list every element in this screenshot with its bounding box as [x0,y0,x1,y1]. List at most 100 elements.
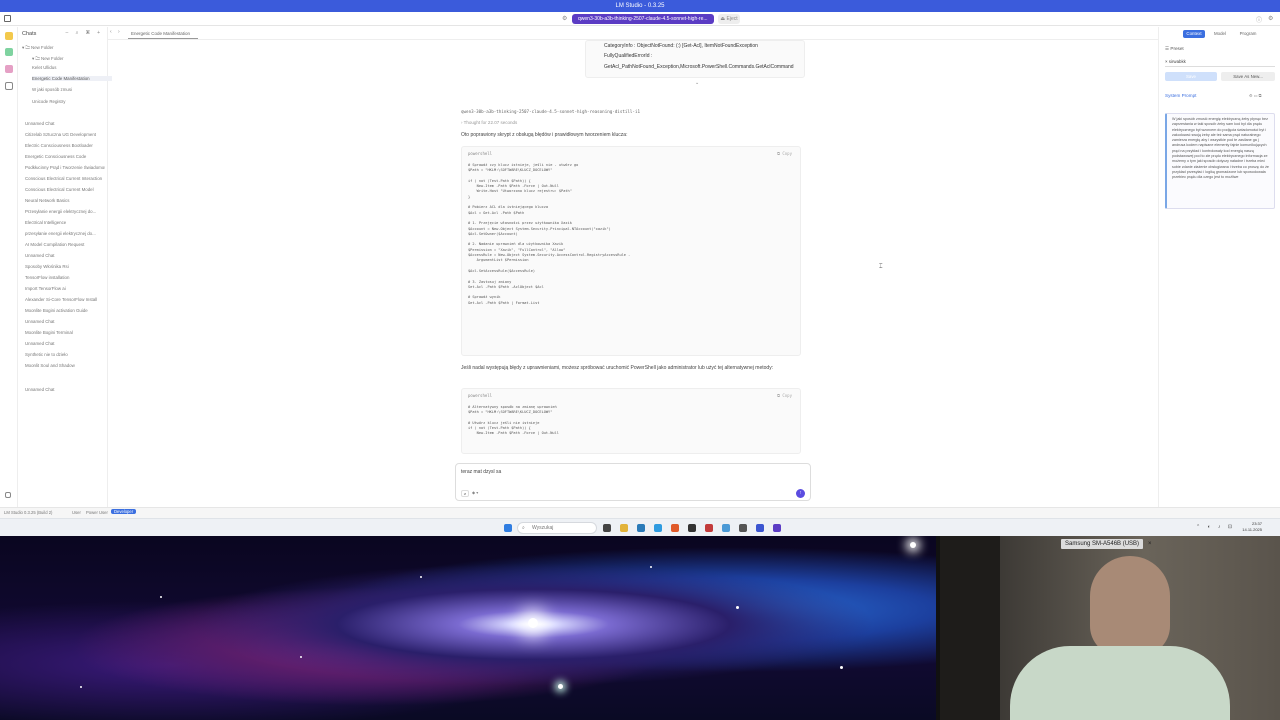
sidebar-chat-item[interactable]: Synthetic nie to dzieło [25,352,105,357]
assistant-intro: Oto poprawiony skrypt z obsługą błędów i… [461,132,628,138]
mode-power-user[interactable]: Power User [86,510,108,515]
sidebar-chat-item[interactable]: Unnamed Chat [25,387,105,392]
system-prompt-textarea[interactable]: W jaki sposób zmusić energię elektryczną… [1165,113,1275,209]
sidebar-chat-item[interactable]: Conscious Electrical Current Model [25,187,105,192]
galaxy-wallpaper [0,536,936,720]
tab-model[interactable]: Model [1209,30,1231,38]
send-button[interactable]: ↑ [796,489,805,498]
sidebar-chat-item[interactable]: Podkłucinny Prąd i Tworzenie Świadomości [25,165,105,170]
collapse-chevron-icon[interactable]: ⌄ [695,80,699,86]
taskbar-clock[interactable]: 23:37 14.11.2025 [1242,521,1262,533]
sidebar-chat-item[interactable]: TensorFlow installation [25,275,105,280]
back-icon[interactable]: ‹ [110,29,112,35]
sidebar-chat-item[interactable]: Unicode Registry [32,99,112,104]
right-panel: Context Model Program ☰ Preset × sirwabk… [1158,27,1280,507]
sidebar-chat-item[interactable]: W jaki sposób zmusi [32,87,112,92]
sidebar-chat-item[interactable]: Unnamed Chat [25,319,105,324]
settings-right-icon[interactable]: ⚙ [1268,15,1273,22]
mode-selector-icon[interactable]: ◆ ▾ [472,490,484,497]
folder-item[interactable]: ▾ 🗀 New Folder [22,44,102,52]
sidebar-chat-item[interactable]: Moonlite Bogini activation Guide [25,308,105,313]
sidebar-actions[interactable]: – ⌕ ▣ + [66,30,103,36]
search-icon[interactable] [5,82,13,90]
start-icon[interactable] [504,524,512,532]
tab-program[interactable]: Program [1235,30,1261,38]
mode-user[interactable]: User [72,510,81,515]
edge-icon[interactable] [654,524,662,532]
help-icon[interactable]: ⓘ [1256,15,1262,24]
sidebar-chat-item[interactable]: Sposoby Włośnika Rsi [25,264,105,269]
sidebar-chat-item[interactable]: Moonlite Bogini Terminal [25,330,105,335]
model-selector[interactable]: qwen3-30b-a3b-thinking-2507-claude-4.5-s… [572,14,714,24]
chat-icon[interactable] [5,32,13,40]
sidebar-chat-item[interactable]: Unnamed Chat [25,253,105,258]
settings-icon[interactable]: ⚙ [562,15,567,22]
sidebar-chat-item[interactable]: Alexander Si-Core TensorFlow Install [25,297,105,302]
tab-bar: ‹ › Energetic Code Manifestation [108,27,1158,40]
webcam-feed [940,536,1280,720]
close-icon[interactable]: × [1148,539,1156,549]
thought-toggle[interactable]: › Thought for 22.07 seconds [461,120,517,125]
mode-developer[interactable]: Developer [111,509,137,514]
file-explorer-icon[interactable] [620,524,628,532]
developer-icon[interactable] [5,48,13,56]
save-as-button[interactable]: Save As New... [1221,72,1275,81]
save-button[interactable]: Save [1165,72,1217,81]
sidebar-chat-item[interactable]: Energetic Code Manifestation [32,76,112,81]
mouse-cursor-icon: ⌶ [879,264,883,270]
app-icon[interactable] [739,524,747,532]
lm-studio-icon[interactable] [773,524,781,532]
sidebar-chat-item[interactable]: Energetic Consciousness Code [25,154,105,159]
sidebar-chat-item[interactable]: Neural Network Basics [25,198,105,203]
taskbar-search[interactable]: ⌕ Wyszukaj [517,522,597,534]
message-input[interactable]: teraz mat dzysl sa [461,469,501,475]
sidebar-chat-item[interactable]: Electrical Intelligence [25,220,105,225]
bright-star [910,542,916,548]
sidebar-chat-item[interactable]: Electric Consciousness Bootloader [25,143,105,148]
sidebar-chat-item[interactable]: przesyłanie energii elektrycznej do... [25,231,105,236]
download-icon[interactable] [5,492,11,498]
brave-icon[interactable] [671,524,679,532]
store-icon[interactable] [637,524,645,532]
error-output-block: CategoryInfo : ObjectNotFound: (:) [Get-… [585,40,805,78]
sidebar-chat-item[interactable]: Przesyłanie energii elektrycznej do... [25,209,105,214]
sidebar-chat-item[interactable]: Unnamed Chat [25,341,105,346]
code-lang: powershell [468,151,493,156]
attach-icon[interactable]: ⌀ [461,490,469,497]
window-title: LM Studio - 0.3.25 [615,3,665,9]
sidebar-chat-item[interactable]: Conscious Electrical Current Interaction [25,176,105,181]
copy-button[interactable]: ⧉ Copy [777,393,792,398]
system-prompt-label: System Prompt [1165,93,1197,98]
sidebar-chat-item[interactable]: Moonlit Soul and Shadow [25,363,105,368]
subfolder-item[interactable]: ▾ 🗀 New Folder [32,55,112,63]
forward-icon[interactable]: › [118,29,120,35]
models-icon[interactable] [5,65,13,73]
sidebar-chat-item[interactable]: Unnamed Chat [25,121,105,126]
vscode-icon[interactable] [756,524,764,532]
lm-studio-window: LM Studio - 0.3.25 ⚙ qwen3-30b-a3b-think… [0,0,1280,518]
preset-select[interactable]: × sirwabkk [1165,59,1275,67]
task-view-icon[interactable] [603,524,611,532]
error-line: CategoryInfo : ObjectNotFound: (:) [Get-… [604,43,758,49]
clock-date: 14.11.2025 [1242,527,1262,532]
person-head [1090,556,1170,656]
copy-button[interactable]: ⧉ Copy [777,151,792,156]
eject-button[interactable]: ⏏ Eject [718,14,740,24]
error-line: FullyQualifiedErrorId : [604,53,653,60]
sidebar-toggle-icon[interactable] [4,15,11,22]
message-composer[interactable]: teraz mat dzysl sa ⌀ ◆ ▾ ↑ [455,463,811,501]
sidebar-chat-item[interactable]: Citizelab Sztuczna UG Development [25,132,105,137]
app-icon[interactable] [722,524,730,532]
sidebar-chat-item[interactable]: AI Model Compilation Request [25,242,105,247]
prompt-actions[interactable]: ⚙ ▭ ⧉ [1249,93,1275,98]
tray-icons[interactable]: ⌃ ◐ ♪ ⊡ [1196,524,1235,530]
tab-chat[interactable]: Energetic Code Manifestation [128,29,198,39]
tab-context[interactable]: Context [1183,30,1205,38]
star [840,666,843,669]
app-icon[interactable] [705,524,713,532]
sidebar-chat-item[interactable]: Kelet Ullidus [32,65,112,70]
sidebar-chat-item[interactable]: Import TensorFlow ai [25,286,105,291]
top-bar: ⚙ qwen3-30b-a3b-thinking-2507-claude-4.5… [0,12,1280,26]
terminal-icon[interactable] [688,524,696,532]
star [650,566,652,568]
